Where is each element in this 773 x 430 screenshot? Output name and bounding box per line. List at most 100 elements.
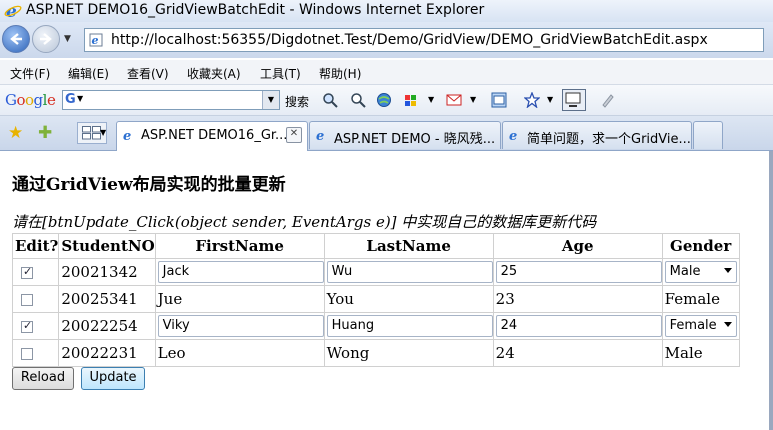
last-name-cell: Wong [323, 339, 494, 367]
last-name-input[interactable]: Wu [326, 261, 493, 283]
address-url: http://localhost:56355/Digdotnet.Test/De… [111, 32, 708, 48]
header-age: Age [492, 233, 663, 259]
gender-cell: Male [661, 339, 740, 367]
header-last-name: LastName [323, 233, 494, 259]
update-button[interactable]: Update [81, 367, 145, 390]
google-options-dropdown-icon[interactable]: ▼ [77, 94, 83, 103]
favorites-star-icon[interactable] [524, 92, 540, 108]
quick-tabs-icon [82, 126, 101, 140]
add-favorites-icon[interactable]: ✚ [38, 123, 52, 143]
edit-checkbox[interactable] [21, 265, 33, 279]
tab-close-icon[interactable]: ✕ [286, 127, 302, 143]
back-button[interactable] [2, 25, 30, 53]
magnifier-icon[interactable] [322, 92, 338, 108]
magnifier-plus-icon[interactable] [350, 92, 366, 108]
menu-view[interactable]: 查看(V) [127, 65, 169, 82]
ie-page-icon: e [123, 129, 131, 142]
page-content: 通过GridView布局实现的批量更新 请在[btnUpdate_Click(o… [0, 151, 769, 430]
menu-tools[interactable]: 工具(T) [260, 65, 301, 82]
menu-bar: 文件(F) 编辑(E) 查看(V) 收藏夹(A) 工具(T) 帮助(H) [0, 60, 773, 85]
tab-label: 简单问题，求一个GridVie... [527, 132, 691, 147]
reload-button[interactable]: Reload [12, 367, 74, 390]
student-no-cell: 20022254 [58, 312, 156, 340]
google-search-input[interactable]: G ▼ ▼ [62, 90, 280, 110]
options-dropdown-icon[interactable]: ▼ [428, 95, 434, 104]
grid-header-row: Edit? StudentNO FirstName LastName Age G… [11, 233, 740, 259]
gear-icon[interactable] [403, 92, 419, 108]
menu-file[interactable]: 文件(F) [10, 65, 50, 82]
globe-icon[interactable] [376, 92, 392, 108]
age-cell: 23 [492, 285, 663, 313]
back-arrow-icon [10, 33, 22, 45]
header-gender: Gender [661, 233, 740, 259]
mail-icon[interactable] [446, 92, 462, 108]
last-name-input[interactable]: Huang [326, 315, 493, 337]
chevron-down-icon [723, 268, 732, 273]
tab-row: ★ ✚ ▼ e ASP.NET DEMO16_Gr... ✕ e ASP.NET… [0, 116, 773, 151]
tab-gridview-batch-edit[interactable]: e ASP.NET DEMO16_Gr... ✕ [116, 121, 308, 151]
svg-text:e: e [316, 129, 324, 142]
menu-edit[interactable]: 编辑(E) [68, 65, 109, 82]
tab-label: ASP.NET DEMO - 晓风残... [334, 132, 496, 147]
forward-arrow-icon [40, 33, 52, 45]
age-input[interactable]: 24 [495, 315, 662, 337]
header-student-no: StudentNO [58, 233, 156, 259]
menu-favorites[interactable]: 收藏夹(A) [187, 65, 241, 82]
new-tab-button[interactable] [693, 121, 723, 149]
header-first-name: FirstName [154, 233, 325, 259]
google-logo: Google [5, 91, 56, 109]
ie-page-icon: e [509, 129, 517, 142]
page-hint: 请在[btnUpdate_Click(object sender, EventA… [12, 213, 597, 231]
address-bar-row: ▼ e http://localhost:56355/Digdotnet.Tes… [0, 22, 773, 58]
gender-select[interactable]: Male [664, 261, 737, 283]
tab-simple-question[interactable]: e 简单问题，求一个GridVie... [502, 121, 692, 149]
window-icon[interactable] [491, 92, 507, 108]
last-name-cell: You [323, 285, 494, 313]
pen-icon[interactable] [600, 92, 616, 108]
svg-text:e: e [509, 129, 517, 142]
favorites-center-icon[interactable]: ★ [8, 123, 23, 143]
forward-button[interactable] [32, 25, 60, 53]
window-titlebar: e ASP.NET DEMO16_GridViewBatchEdit - Win… [0, 0, 773, 23]
ie-page-icon: e [316, 129, 324, 142]
tab-list-dropdown-icon[interactable]: ▼ [100, 128, 106, 137]
student-no-cell: 20021342 [58, 258, 156, 286]
google-g-icon: G [65, 92, 76, 107]
tab-aspnet-demo[interactable]: e ASP.NET DEMO - 晓风残... [309, 121, 501, 149]
screen-icon[interactable] [562, 89, 586, 111]
first-name-input[interactable]: Jack [157, 261, 324, 283]
gender-select-value: Male [669, 264, 701, 279]
edit-checkbox[interactable] [21, 348, 33, 360]
svg-text:e: e [123, 129, 131, 142]
edit-checkbox[interactable] [21, 294, 33, 306]
menu-help[interactable]: 帮助(H) [319, 65, 361, 82]
table-row: 20025341 Jue You 23 Female [11, 285, 740, 313]
table-row: 20021342 Jack Wu 25 Male [11, 258, 740, 286]
tab-label: ASP.NET DEMO16_Gr... [141, 128, 288, 143]
first-name-cell: Jue [154, 285, 325, 313]
ie-logo-icon: e [4, 2, 22, 20]
mail-dropdown-icon[interactable]: ▼ [470, 95, 476, 104]
table-row: 20022231 Leo Wong 24 Male [11, 339, 740, 367]
search-history-dropdown[interactable]: ▼ [262, 91, 279, 109]
student-no-cell: 20025341 [58, 285, 156, 313]
window-title: ASP.NET DEMO16_GridViewBatchEdit - Windo… [26, 2, 485, 18]
header-edit: Edit? [11, 233, 60, 259]
edit-checkbox[interactable] [21, 319, 33, 333]
age-input[interactable]: 25 [495, 261, 662, 283]
students-gridview: Edit? StudentNO FirstName LastName Age G… [11, 233, 740, 367]
gender-select[interactable]: Female [664, 315, 737, 337]
first-name-cell: Leo [154, 339, 325, 367]
table-row: 20022254 Viky Huang 24 Female [11, 312, 740, 340]
page-icon: e [89, 33, 103, 47]
google-search-button[interactable]: 搜索 [285, 93, 309, 110]
chevron-down-icon [723, 322, 732, 327]
page-heading: 通过GridView布局实现的批量更新 [12, 175, 286, 195]
gender-cell: Female [661, 285, 740, 313]
age-cell: 24 [492, 339, 663, 367]
student-no-cell: 20022231 [58, 339, 156, 367]
first-name-input[interactable]: Viky [157, 315, 324, 337]
history-dropdown-icon[interactable]: ▼ [64, 34, 71, 44]
address-field[interactable]: e http://localhost:56355/Digdotnet.Test/… [84, 28, 764, 52]
star-dropdown-icon[interactable]: ▼ [547, 95, 553, 104]
